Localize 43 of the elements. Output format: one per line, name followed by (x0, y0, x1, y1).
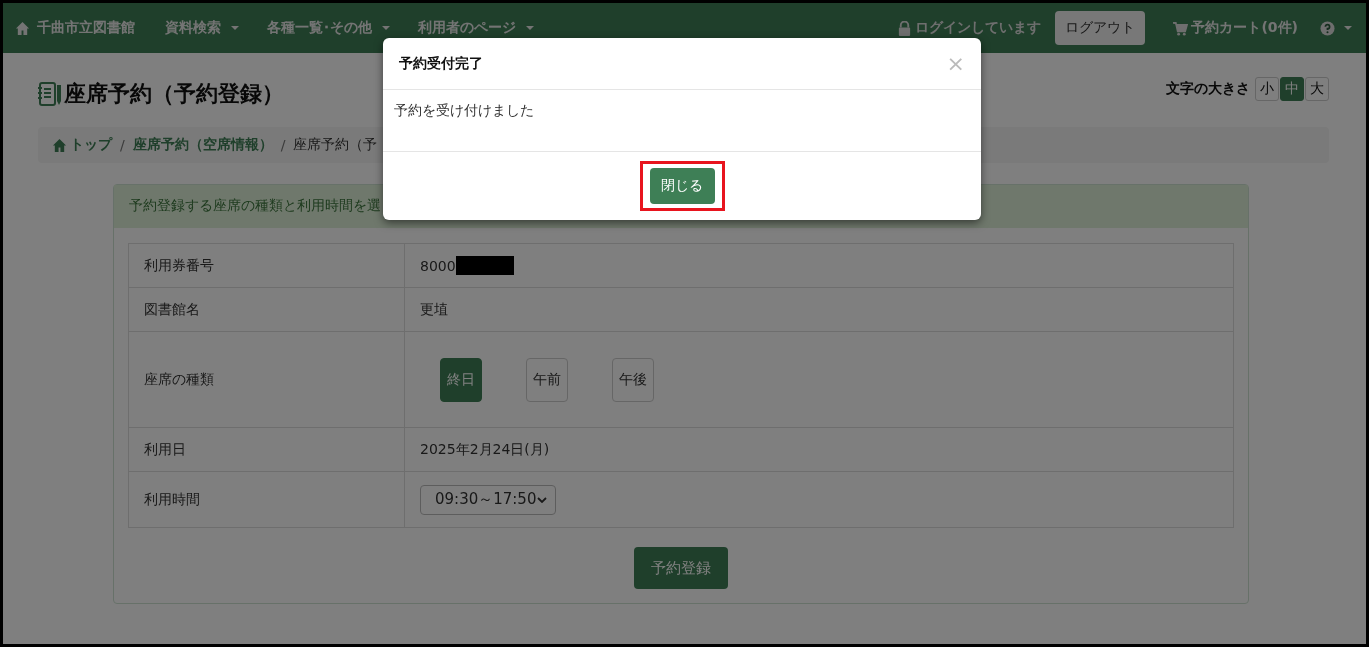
breadcrumb-separator: / (280, 137, 286, 153)
close-dialog-button[interactable]: 閉じる (649, 168, 715, 204)
logout-button[interactable]: ログアウト (1055, 11, 1146, 45)
help-icon (1320, 20, 1335, 36)
chevron-icon (537, 496, 547, 503)
help-menu[interactable] (1320, 20, 1352, 36)
seat-type-button[interactable]: 午前 (526, 357, 568, 402)
font-size-button[interactable]: 大 (1305, 77, 1329, 101)
breadcrumb-separator: / (120, 137, 125, 153)
font-size-label: 文字の大きさ (1166, 80, 1250, 98)
table-cell: 更埴 (420, 300, 448, 319)
nav-menu[interactable]: 各種一覧･その他 (267, 19, 390, 37)
table-cell: 利用券番号 (129, 244, 405, 287)
font-size-button[interactable]: 小 (1255, 77, 1279, 101)
modal-message: 予約を受け付けました (394, 102, 534, 118)
lock-icon (897, 20, 913, 36)
nav-menu[interactable]: 資料検索 (165, 19, 239, 37)
time-select[interactable]: 09:30～17:50 (420, 484, 556, 515)
breadcrumb-link[interactable]: トップ (52, 136, 112, 154)
cart-link[interactable]: 予約カート(0件) (1173, 19, 1298, 37)
table-cell: 座席の種類 (129, 332, 405, 427)
table-cell: 図書館名 (129, 288, 405, 331)
home-icon (15, 20, 30, 36)
submit-button[interactable]: 予約登録 (634, 547, 728, 589)
login-status: ログインしています (897, 19, 1042, 37)
title-text: 座席予約（予約登録） (64, 80, 284, 108)
card-number: 8000 (420, 257, 456, 274)
seat-type-button[interactable]: 終日 (440, 357, 482, 402)
home-link[interactable]: 千曲市立図書館 (15, 19, 135, 37)
breadcrumb-current: 座席予約（予 (293, 136, 378, 154)
breadcrumb-link[interactable]: 座席予約（空席情報） (132, 136, 273, 154)
table-cell: 利用日 (129, 428, 405, 471)
cart-icon (1173, 20, 1189, 36)
modal-title: 予約受付完了 (399, 54, 483, 73)
table-cell: 利用時間 (129, 472, 405, 527)
seat-type-button[interactable]: 午後 (612, 357, 654, 402)
home-icon (52, 137, 67, 153)
font-size-button[interactable]: 中 (1280, 77, 1304, 101)
nav-menu[interactable]: 利用者のページ (418, 19, 534, 37)
notebook-icon (36, 81, 62, 107)
table-cell: 2025年2月24日(月) (420, 440, 550, 459)
redaction-bar (455, 256, 514, 275)
close-button[interactable]: × (946, 51, 965, 76)
